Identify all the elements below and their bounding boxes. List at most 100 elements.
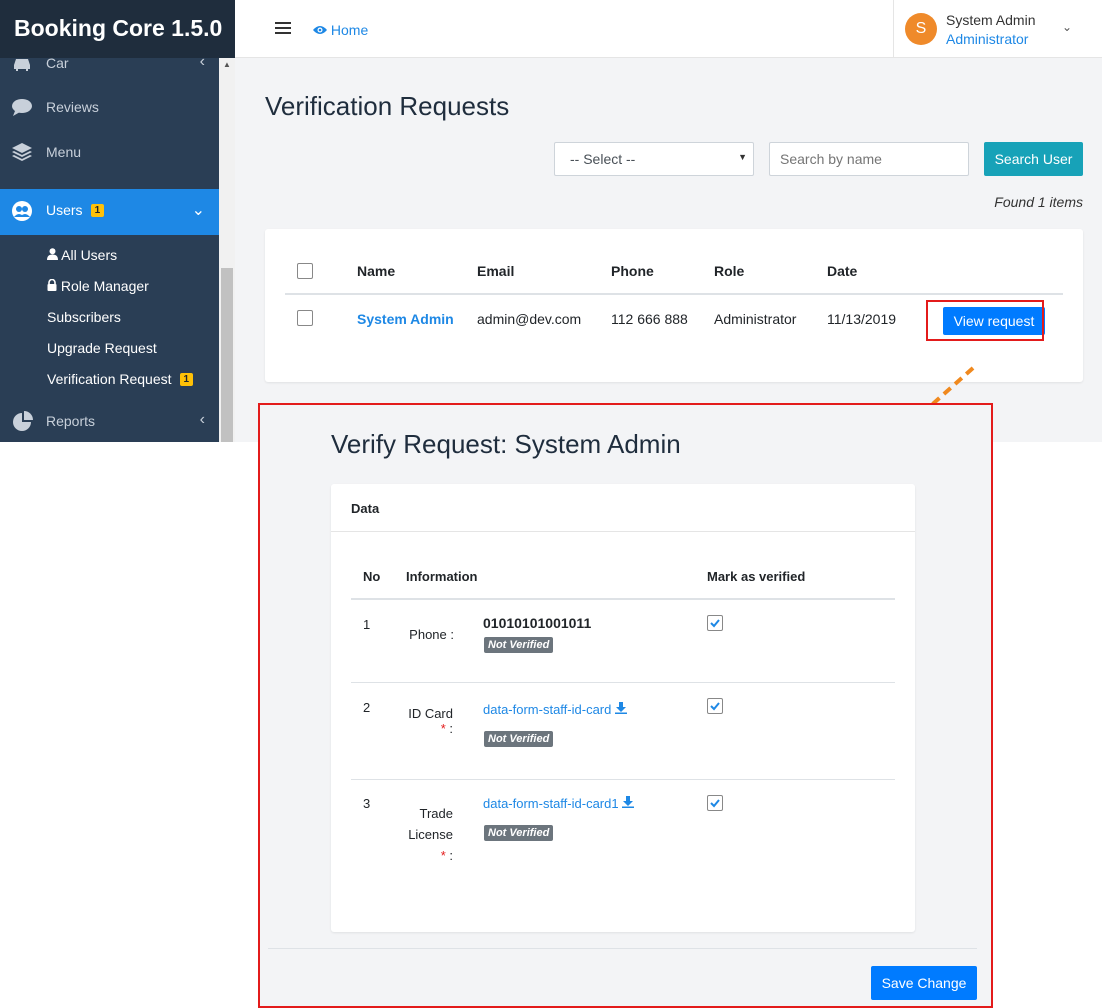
row-number: 2 <box>363 700 371 715</box>
mark-verified-checkbox[interactable] <box>707 615 723 631</box>
scroll-up-arrow-icon[interactable]: ▲ <box>221 60 233 72</box>
sidebar: Car ‹ Reviews Menu Users 1 ⌄ All Users Ro… <box>0 0 235 442</box>
verify-table-header-divider <box>351 598 895 600</box>
verification-count-badge: 1 <box>179 373 194 386</box>
sidebar-item-reports[interactable]: Reports ‹ <box>0 400 219 442</box>
field-label-id-card: ID Card * : <box>400 706 453 736</box>
required-marker: * <box>440 721 446 736</box>
save-change-button[interactable]: Save Change <box>871 966 977 1000</box>
id-card-file-link[interactable]: data-form-staff-id-card <box>483 702 627 717</box>
user-role-cell: Administrator <box>714 311 797 327</box>
home-label: Home <box>330 22 369 38</box>
row-divider <box>351 682 895 683</box>
avatar: S <box>905 13 937 45</box>
sidebar-subitem-verification-request[interactable]: Verification Request 1 <box>47 371 194 387</box>
data-card-title: Data <box>351 501 380 516</box>
search-input[interactable] <box>769 142 969 176</box>
sidebar-subitem-subscribers[interactable]: Subscribers <box>47 309 121 325</box>
sidebar-item-label: Menu <box>46 144 82 160</box>
sidebar-item-users[interactable]: Users 1 ⌄ <box>0 189 219 235</box>
hamburger-menu-icon[interactable] <box>275 22 291 34</box>
sidebar-item-label-wrap: Users 1 <box>46 202 105 218</box>
users-count-badge: 1 <box>90 204 105 217</box>
role-filter-select[interactable]: -- Select -- ▼ <box>554 142 754 176</box>
view-request-highlight-box <box>926 300 1044 341</box>
user-email: admin@dev.com <box>477 311 582 327</box>
user-name: System Admin <box>946 12 1036 28</box>
column-header-role: Role <box>714 263 745 279</box>
file-name: data-form-staff-id-card <box>483 702 612 717</box>
column-header-no: No <box>363 569 381 584</box>
results-count: Found 1 items <box>994 194 1083 210</box>
chevron-left-icon: ‹ <box>199 411 205 428</box>
field-label-text: Trade <box>419 806 453 821</box>
status-badge: Not Verified <box>484 637 554 653</box>
status-badge: Not Verified <box>484 825 554 841</box>
subitem-label: Subscribers <box>47 309 121 325</box>
user-name-link[interactable]: System Admin <box>357 311 454 327</box>
column-header-mark-verified: Mark as verified <box>707 569 806 584</box>
status-badge: Not Verified <box>484 731 554 747</box>
column-header-name: Name <box>357 263 396 279</box>
sidebar-item-label: Reports <box>46 413 96 429</box>
sidebar-subitem-upgrade-request[interactable]: Upgrade Request <box>47 340 157 356</box>
sidebar-item-label: Reviews <box>46 99 99 115</box>
mark-verified-checkbox[interactable] <box>707 698 723 714</box>
app-brand[interactable]: Booking Core 1.5.0 <box>0 0 235 58</box>
download-icon <box>622 796 635 811</box>
user-phone: 112 666 888 <box>611 311 688 327</box>
chevron-down-icon: ⌄ <box>1062 20 1073 34</box>
panel-footer-divider <box>268 948 977 949</box>
sidebar-subitem-role-manager[interactable]: Role Manager <box>47 278 149 294</box>
eye-icon <box>313 22 331 38</box>
sidebar-item-menu[interactable]: Menu <box>0 131 219 175</box>
field-label-phone: Phone : <box>409 627 454 642</box>
subitem-label: Verification Request <box>47 371 172 387</box>
field-label-colon: : <box>449 721 453 736</box>
field-label-trade-license: Trade License * : <box>400 803 453 866</box>
field-label-text: License <box>408 827 453 842</box>
select-value: -- Select -- <box>570 151 636 167</box>
pie-chart-icon <box>11 411 33 431</box>
comment-icon <box>11 97 33 117</box>
lock-icon <box>47 278 61 294</box>
mark-verified-checkbox[interactable] <box>707 795 723 811</box>
row-number: 1 <box>363 617 371 632</box>
sidebar-scroll-thumb[interactable] <box>221 268 233 442</box>
search-user-button[interactable]: Search User <box>984 142 1083 176</box>
row-divider <box>351 779 895 780</box>
field-label-text: ID Card <box>408 706 453 721</box>
checkmark-icon <box>710 702 720 711</box>
user-icon <box>47 247 61 263</box>
table-header-divider <box>285 293 1063 295</box>
users-icon <box>11 200 33 221</box>
user-date: 11/13/2019 <box>827 311 897 327</box>
caret-down-icon: ▼ <box>738 152 747 162</box>
subitem-label: Role Manager <box>60 278 149 294</box>
top-bar: Home S System Admin Administrator ⌄ <box>235 0 1102 58</box>
sidebar-item-label: Users <box>46 202 83 218</box>
field-label-colon: : <box>449 848 453 863</box>
user-menu[interactable]: S System Admin Administrator ⌄ <box>893 0 1102 58</box>
column-header-phone: Phone <box>611 263 654 279</box>
phone-value: 01010101001011 <box>483 615 592 631</box>
column-header-email: Email <box>477 263 515 279</box>
page-title: Verification Requests <box>265 91 510 121</box>
file-name: data-form-staff-id-card1 <box>483 796 619 811</box>
breadcrumb-home-link[interactable]: Home <box>313 22 368 38</box>
row-checkbox[interactable] <box>297 310 313 326</box>
sidebar-subitem-all-users[interactable]: All Users <box>47 247 117 263</box>
layers-icon <box>11 142 33 162</box>
data-card-header <box>331 484 915 532</box>
download-icon <box>614 702 627 717</box>
user-role: Administrator <box>946 31 1029 47</box>
verify-request-title: Verify Request: System Admin <box>331 429 681 459</box>
checkmark-icon <box>710 619 720 628</box>
column-header-information: Information <box>406 569 478 584</box>
select-all-checkbox[interactable] <box>297 263 313 279</box>
subitem-label: Upgrade Request <box>47 340 157 356</box>
trade-license-file-link[interactable]: data-form-staff-id-card1 <box>483 796 635 811</box>
sidebar-item-reviews[interactable]: Reviews <box>0 86 219 130</box>
chevron-down-icon: ⌄ <box>191 202 205 219</box>
checkmark-icon <box>710 799 720 808</box>
